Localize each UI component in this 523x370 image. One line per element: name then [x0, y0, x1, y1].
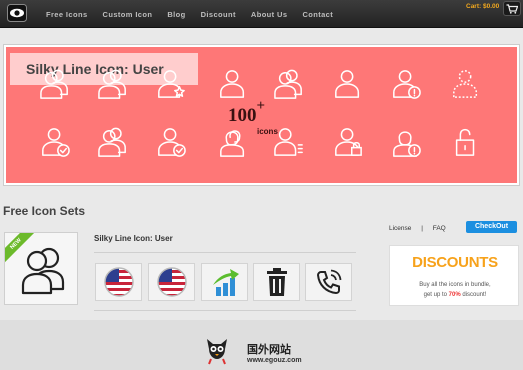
link-separator: | — [421, 225, 423, 232]
icon-count: 100+ — [228, 98, 266, 126]
tile-chart-up[interactable] — [201, 263, 248, 301]
sidebar-links: License | FAQ — [389, 225, 454, 232]
checkout-button[interactable]: CheckOut — [466, 221, 517, 233]
tile-trash[interactable] — [253, 263, 300, 301]
promo-title: DISCOUNTS — [412, 254, 498, 271]
nav-discount[interactable]: Discount — [201, 10, 236, 19]
promo-line-2: get up to 70% discount! — [423, 292, 487, 298]
users-icon — [98, 67, 128, 101]
divider — [94, 252, 356, 253]
lock-icon — [451, 125, 481, 159]
user-star-icon — [156, 67, 186, 101]
watermark-chinese-text: 国外网站 — [247, 343, 291, 356]
nav-contact[interactable]: Contact — [302, 10, 333, 19]
tile-us-flag-2[interactable] — [148, 263, 195, 301]
phone-call-icon — [316, 269, 341, 295]
user-alert-icon — [391, 67, 421, 101]
nav-blog[interactable]: Blog — [167, 10, 185, 19]
users-icon — [274, 67, 304, 101]
user-list-icon — [274, 125, 304, 159]
users-female-icon — [218, 125, 248, 159]
watermark-url: www.egouz.com — [247, 357, 302, 364]
user-icon — [333, 67, 363, 101]
main-menu: Free Icons Custom Icon Blog Discount Abo… — [46, 0, 348, 28]
cart-button[interactable] — [503, 1, 521, 16]
promo-line-1: Buy all the icons in bundle, — [419, 282, 491, 288]
nav-custom-icon[interactable]: Custom Icon — [103, 10, 153, 19]
user-female-alert-icon — [391, 125, 421, 159]
user-dashed-icon — [451, 67, 481, 101]
discount-promo[interactable]: DISCOUNTS Buy all the icons in bundle, g… — [389, 245, 519, 306]
cart-total[interactable]: Cart: $0.00 — [466, 3, 499, 10]
hero-banner[interactable]: Silky Line Icon: User 100+ icons — [4, 45, 519, 185]
tile-us-flag-1[interactable] — [95, 263, 142, 301]
logo-eye-icon[interactable] — [7, 4, 27, 22]
icon-set-name[interactable]: Silky Line Icon: User — [94, 234, 173, 243]
trash-icon — [266, 268, 287, 296]
license-link[interactable]: License — [389, 225, 411, 232]
watermark-mascot-icon — [203, 335, 231, 365]
faq-link[interactable]: FAQ — [433, 225, 446, 232]
users-icon — [98, 125, 128, 159]
section-title: Free Icon Sets — [3, 204, 86, 218]
shopping-cart-icon — [506, 3, 518, 14]
user-check-icon — [156, 125, 186, 159]
tile-phone-call[interactable] — [305, 263, 352, 301]
us-flag-icon — [156, 267, 187, 297]
nav-about-us[interactable]: About Us — [251, 10, 288, 19]
us-flag-icon — [103, 267, 134, 297]
nav-free-icons[interactable]: Free Icons — [46, 10, 88, 19]
user-check-icon — [40, 125, 70, 159]
divider — [94, 310, 356, 311]
top-navigation-bar: Free Icons Custom Icon Blog Discount Abo… — [0, 0, 523, 28]
user-icon — [218, 67, 248, 101]
icon-count-label: icons — [257, 127, 278, 136]
users-icon — [40, 67, 70, 101]
chart-up-icon — [212, 269, 239, 296]
user-lock-icon — [333, 125, 363, 159]
icon-set-thumbnail[interactable]: NEW — [4, 232, 78, 305]
